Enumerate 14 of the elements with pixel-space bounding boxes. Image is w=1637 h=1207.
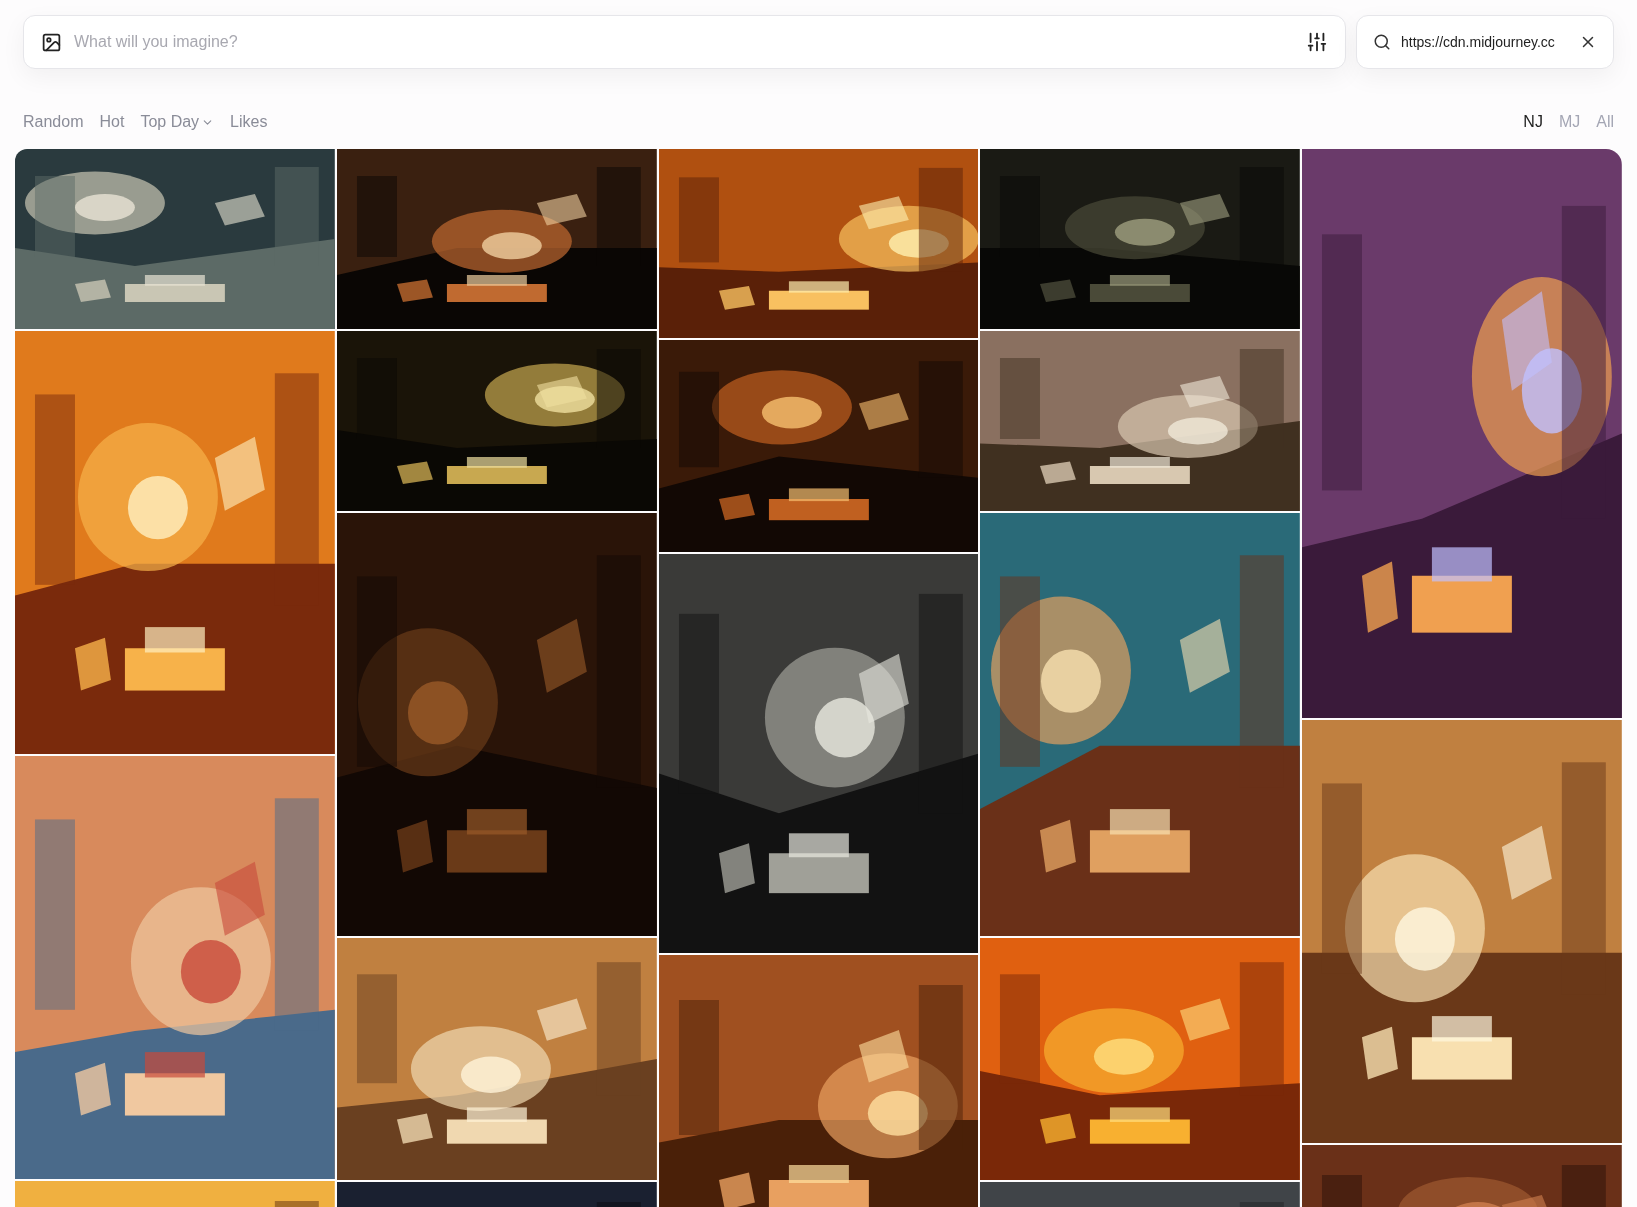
version-tab[interactable]: All <box>1596 110 1614 134</box>
prompt-bar[interactable]: What will you imagine? <box>23 15 1346 69</box>
version-tab[interactable]: NJ <box>1523 110 1543 134</box>
search-icon <box>1373 33 1391 51</box>
sort-tab[interactable]: Top Day <box>140 110 215 134</box>
filter-icon[interactable] <box>1306 31 1328 53</box>
image-icon[interactable] <box>41 31 62 53</box>
search-field[interactable]: https://cdn.midjourney.cc <box>1401 31 1569 53</box>
sort-tab[interactable]: Hot <box>99 110 125 134</box>
version-tab[interactable]: MJ <box>1558 110 1581 134</box>
search-bar[interactable]: https://cdn.midjourney.cc <box>1356 15 1614 69</box>
sort-tab[interactable]: Likes <box>230 110 268 134</box>
sort-tab[interactable]: Random <box>23 110 84 134</box>
prompt-field[interactable]: What will you imagine? <box>74 30 1294 54</box>
